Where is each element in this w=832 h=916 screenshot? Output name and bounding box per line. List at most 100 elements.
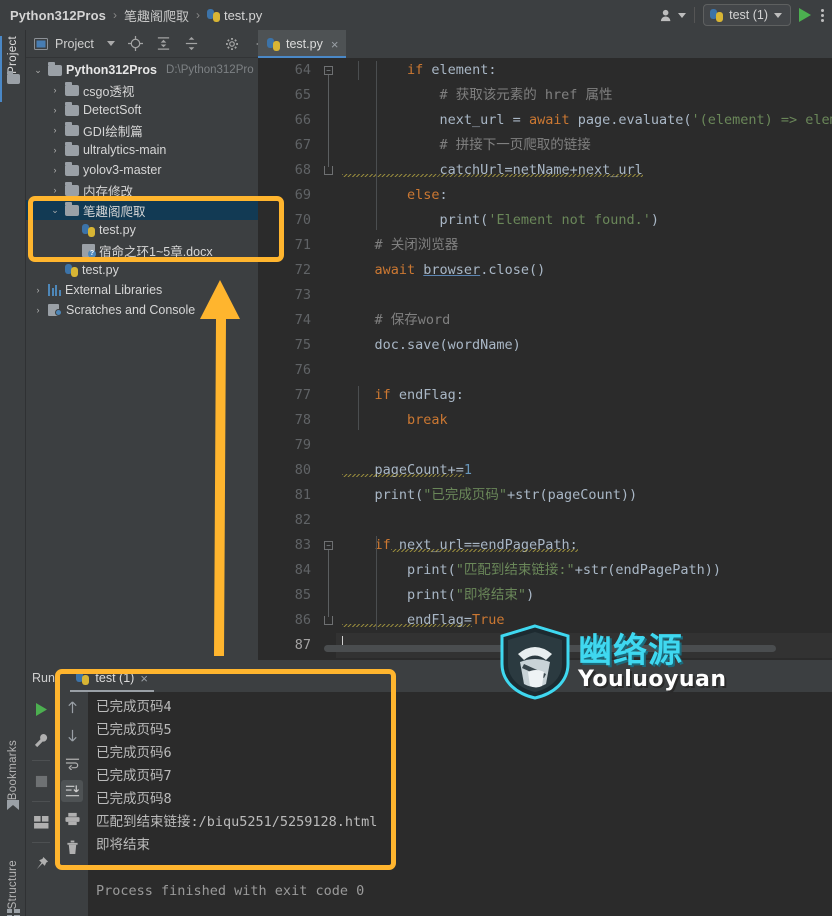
more-options-icon[interactable] (819, 7, 826, 24)
code-line[interactable]: print('Element not found.') (336, 208, 832, 233)
chevron-right-icon[interactable]: › (32, 286, 44, 295)
wrench-icon[interactable] (30, 729, 52, 751)
print-icon[interactable] (61, 808, 83, 830)
rerun-play-icon[interactable] (30, 698, 52, 720)
tree-item[interactable]: ›?宿命之环1~5章.docx (26, 240, 258, 260)
line-number: 76 (258, 358, 320, 383)
code-token: "已完成页码" (423, 487, 507, 503)
chevron-right-icon[interactable]: › (49, 146, 61, 155)
fold-end-icon[interactable] (324, 616, 333, 625)
layout-icon[interactable] (30, 811, 52, 833)
code-line[interactable] (336, 283, 832, 308)
tree-item[interactable]: ›External Libraries (26, 280, 258, 300)
breadcrumb-project[interactable]: Python312Pros (10, 8, 106, 23)
chevron-down-icon[interactable] (107, 41, 115, 46)
gear-icon[interactable] (225, 37, 239, 51)
code-line[interactable]: else: (336, 183, 832, 208)
run-tab-test[interactable]: test (1) × (70, 664, 154, 692)
account-icon[interactable] (660, 8, 686, 23)
tree-item-label: Scratches and Console (66, 303, 195, 317)
run-panel-header: Run: test (1) × (26, 664, 832, 692)
editor-horizontal-scrollbar[interactable] (324, 645, 776, 652)
tree-item-label: test.py (82, 263, 119, 277)
code-line[interactable]: print("已完成页码"+str(pageCount)) (336, 483, 832, 508)
code-line[interactable]: pageCount+=1 (336, 458, 832, 483)
code-line[interactable] (336, 433, 832, 458)
sidebar-item-structure[interactable]: Structure (0, 860, 26, 916)
collapse-all-icon[interactable] (184, 36, 199, 51)
code-line[interactable]: if element: (336, 58, 832, 83)
code-line[interactable]: if next_url==endPagePath: (336, 533, 832, 558)
tree-item[interactable]: ›GDI绘制篇 (26, 120, 258, 140)
tree-item-label: 宿命之环1~5章.docx (99, 241, 213, 260)
code-editor[interactable]: 6465666768697071727374757677787980818283… (258, 58, 832, 660)
breadcrumb-folder[interactable]: 笔趣阁爬取 (124, 6, 189, 25)
soft-wrap-icon[interactable] (61, 752, 83, 774)
project-tree[interactable]: ⌄Python312ProsD:\Python312Pro›csgo透视›Det… (26, 58, 258, 660)
chevron-right-icon[interactable]: › (49, 106, 61, 115)
code-line[interactable]: doc.save(wordName) (336, 333, 832, 358)
code-line[interactable]: # 获取该元素的 href 属性 (336, 83, 832, 108)
code-line[interactable]: await browser.close() (336, 258, 832, 283)
line-number: 64 (258, 58, 320, 83)
fold-end-icon[interactable] (324, 166, 333, 175)
code-token: catchUrl=netName+next_url (342, 162, 643, 178)
tree-item[interactable]: ›ultralytics-main (26, 140, 258, 160)
run-console-output[interactable]: 已完成页码4已完成页码5已完成页码6已完成页码7已完成页码8匹配到结束链接:/b… (88, 692, 832, 916)
code-line[interactable]: print("即将结束") (336, 583, 832, 608)
tree-item[interactable]: ⌄Python312ProsD:\Python312Pro (26, 60, 258, 80)
tree-item[interactable]: › 内存修改 (26, 180, 258, 200)
run-configuration-selector[interactable]: test (1) (703, 4, 791, 26)
python-file-icon (267, 38, 280, 51)
chevron-right-icon[interactable]: › (49, 186, 61, 195)
code-line[interactable]: endFlag=True (336, 608, 832, 633)
code-line[interactable]: next_url = await page.evaluate('(element… (336, 108, 832, 133)
breadcrumb-file[interactable]: test.py (224, 8, 262, 23)
fold-collapse-icon[interactable]: − (324, 66, 333, 75)
tree-item[interactable]: ›test.py (26, 260, 258, 280)
tree-item[interactable]: ›DetectSoft (26, 100, 258, 120)
code-line[interactable]: catchUrl=netName+next_url (336, 158, 832, 183)
project-view-icon (34, 38, 48, 50)
trash-icon[interactable] (61, 836, 83, 858)
line-number: 83 (258, 533, 320, 558)
chevron-down-icon[interactable]: ⌄ (32, 66, 44, 75)
tree-item-label: 内存修改 (83, 181, 133, 200)
scroll-to-end-icon[interactable] (61, 780, 83, 802)
code-token: break (407, 412, 448, 428)
tree-item[interactable]: ›csgo透视 (26, 80, 258, 100)
close-icon[interactable]: × (331, 37, 339, 52)
arrow-down-icon[interactable] (61, 724, 83, 746)
tree-item[interactable]: ⌄笔趣阁爬取 (26, 200, 258, 220)
pin-icon[interactable] (30, 852, 52, 874)
chevron-right-icon[interactable]: › (49, 126, 61, 135)
chevron-right-icon[interactable]: › (49, 166, 61, 175)
code-folding-column[interactable]: −− (320, 58, 336, 660)
tree-item[interactable]: ›yolov3-master (26, 160, 258, 180)
code-line[interactable] (336, 358, 832, 383)
code-line[interactable]: # 保存word (336, 308, 832, 333)
code-line[interactable]: # 拼接下一页爬取的链接 (336, 133, 832, 158)
tree-item[interactable]: › Scratches and Console (26, 300, 258, 320)
arrow-up-icon[interactable] (61, 696, 83, 718)
code-line[interactable]: break (336, 408, 832, 433)
code-line[interactable]: # 关闭浏览器 (336, 233, 832, 258)
tab-test-py[interactable]: test.py × (258, 30, 346, 58)
code-line[interactable]: print("匹配到结束链接:"+str(endPagePath)) (336, 558, 832, 583)
sidebar-item-bookmarks[interactable]: Bookmarks (0, 740, 26, 810)
chevron-down-icon[interactable]: ⌄ (49, 206, 61, 215)
expand-all-icon[interactable] (156, 36, 171, 51)
code-content[interactable]: if element: # 获取该元素的 href 属性 next_url = … (336, 58, 832, 660)
close-icon[interactable]: × (140, 671, 148, 686)
chevron-right-icon[interactable]: › (32, 306, 44, 315)
stop-icon[interactable] (30, 770, 52, 792)
chevron-right-icon[interactable]: › (49, 86, 61, 95)
run-button[interactable] (799, 8, 811, 22)
chevron-right-icon: › (66, 226, 78, 235)
tree-item[interactable]: ›test.py (26, 220, 258, 240)
locate-icon[interactable] (128, 36, 143, 51)
sidebar-item-project[interactable]: Project (0, 36, 26, 84)
fold-collapse-icon[interactable]: − (324, 541, 333, 550)
code-line[interactable]: if endFlag: (336, 383, 832, 408)
code-line[interactable] (336, 508, 832, 533)
